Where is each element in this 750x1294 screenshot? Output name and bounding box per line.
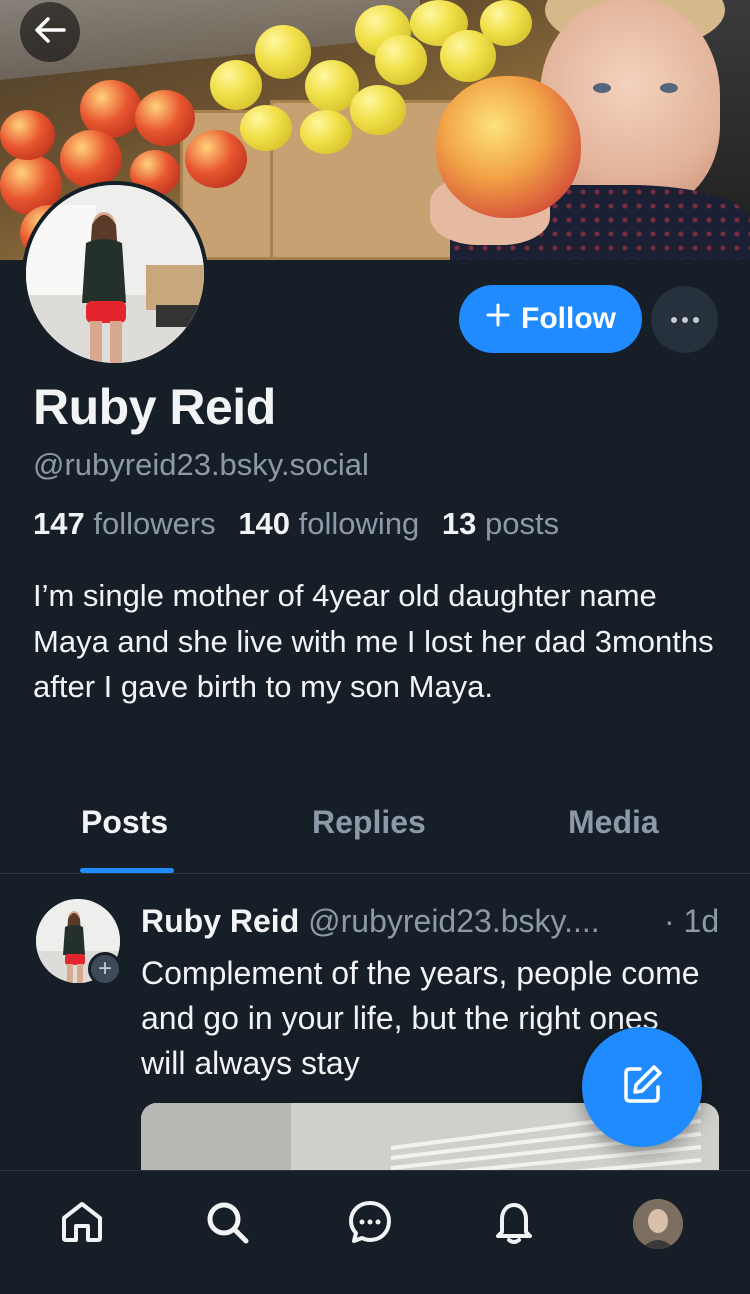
banner-apple: [210, 60, 262, 110]
banner-apple: [255, 25, 311, 79]
search-icon: [203, 1198, 251, 1251]
plus-icon: [485, 302, 511, 336]
profile-handle: @rubyreid23.bsky.social: [33, 447, 369, 482]
posts-count: 13: [441, 506, 477, 541]
banner-apple: [185, 130, 247, 188]
profile-name: Ruby Reid: [33, 379, 276, 435]
profile-avatar[interactable]: [22, 181, 208, 367]
banner-apple: [300, 110, 352, 154]
back-button[interactable]: [20, 2, 80, 62]
follow-author-plus-icon[interactable]: +: [88, 952, 122, 986]
tab-posts[interactable]: Posts: [81, 804, 168, 841]
banner-held-apple: [436, 76, 581, 218]
chat-icon: [346, 1198, 394, 1251]
tab-replies[interactable]: Replies: [312, 804, 426, 841]
banner-apple: [350, 85, 406, 135]
bell-icon: [490, 1198, 538, 1251]
tab-media[interactable]: Media: [568, 804, 659, 841]
more-options-button[interactable]: [651, 286, 718, 353]
follow-button[interactable]: Follow: [459, 285, 642, 353]
active-tab-indicator: [80, 868, 174, 873]
posts-label: posts: [485, 506, 560, 541]
nav-search-button[interactable]: [202, 1199, 252, 1249]
followers-count: 147: [33, 506, 85, 541]
followers-label: followers: [93, 506, 216, 541]
nav-home-button[interactable]: [57, 1199, 107, 1249]
compose-post-button[interactable]: [582, 1027, 702, 1147]
banner-apple: [480, 0, 532, 46]
compose-icon: [618, 1061, 666, 1114]
post-header: Ruby Reid @rubyreid23.bsky....: [141, 903, 600, 940]
following-link[interactable]: 140 following: [238, 506, 419, 541]
profile-tabs: Posts Replies Media: [0, 790, 750, 874]
nav-chat-button[interactable]: [345, 1199, 395, 1249]
banner-apple: [240, 105, 292, 151]
bottom-nav-bar: [0, 1170, 750, 1294]
following-label: following: [298, 506, 420, 541]
profile-stats: 147 followers 140 following 13 posts: [33, 506, 559, 542]
post-author-handle[interactable]: @rubyreid23.bsky....: [308, 903, 600, 939]
profile-bio: I’m single mother of 4year old daughter …: [33, 578, 714, 704]
banner-child-eye: [660, 83, 678, 93]
followers-link[interactable]: 147 followers: [33, 506, 216, 541]
post-author-name[interactable]: Ruby Reid: [141, 903, 299, 939]
following-count: 140: [238, 506, 291, 541]
banner-child-eye: [593, 83, 611, 93]
banner-apple: [60, 130, 122, 188]
banner-apple: [375, 35, 427, 85]
banner-apple: [135, 90, 195, 146]
banner-apple: [0, 110, 55, 160]
nav-notifications-button[interactable]: [489, 1199, 539, 1249]
post-timestamp: · 1d: [664, 903, 720, 939]
nav-profile-avatar[interactable]: [633, 1199, 683, 1249]
arrow-left-icon: [30, 10, 70, 55]
home-icon: [58, 1198, 106, 1251]
ellipsis-icon: [670, 311, 700, 329]
follow-label: Follow: [521, 302, 616, 335]
